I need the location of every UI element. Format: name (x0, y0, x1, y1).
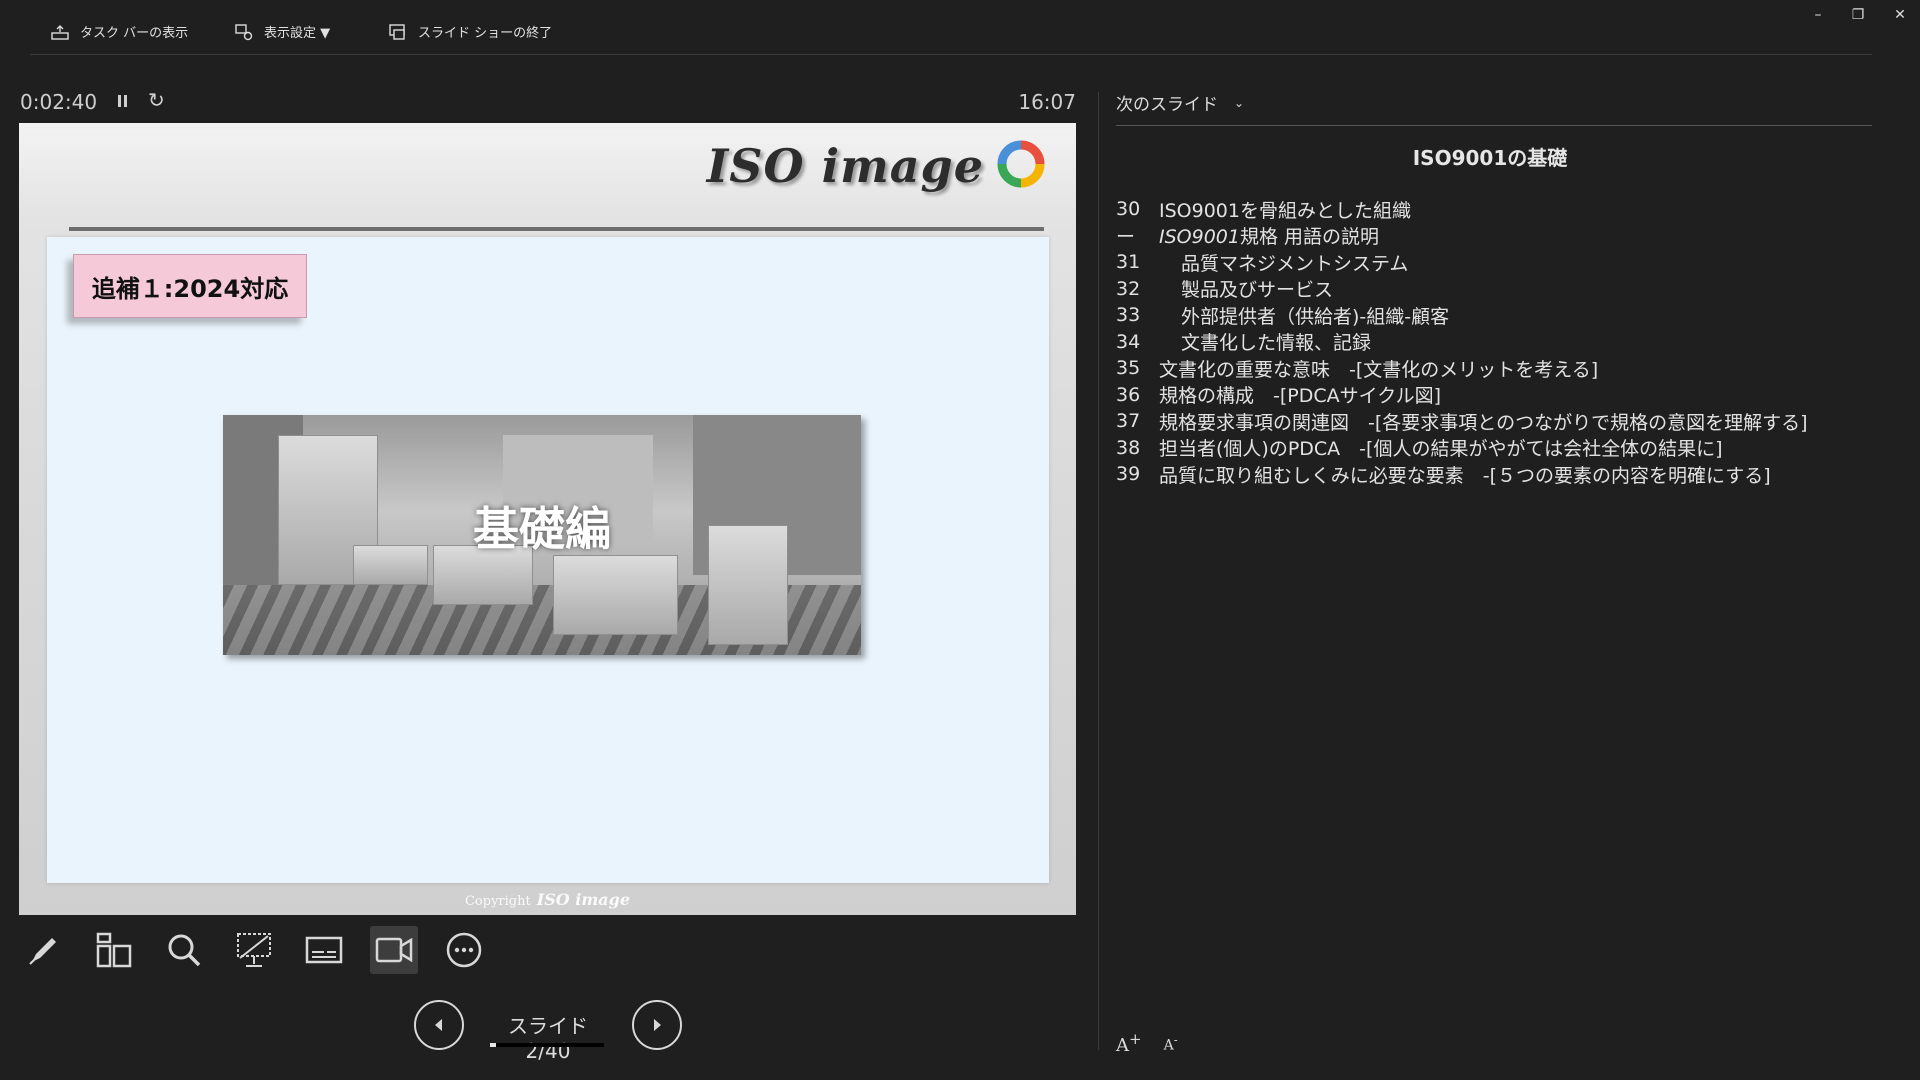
notes-list-item: 38 担当者(個人)のPDCA -[個人の結果がやがては会社全体の結果に] (1116, 435, 1886, 462)
notes-item-number: 32 (1116, 277, 1141, 300)
slide-tag: 追補１:2024対応 (73, 254, 307, 318)
notes-list-item: 32 製品及びサービス (1116, 276, 1886, 303)
copyright-logo: ISO image (536, 890, 631, 909)
slide-progress-fill (490, 1043, 496, 1047)
slide-copyright: Copyright ISO image (19, 890, 1076, 909)
presenter-view: タスク バーの表示 表示設定 ▼ スライド ショーの終了 – ❐ ✕ 0:02:… (0, 0, 1920, 1080)
notes-item-text: ISO9001を骨組みとした組織 (1159, 199, 1411, 222)
slide-header-rule (69, 227, 1044, 231)
next-arrow-icon (654, 1019, 661, 1031)
pause-icon[interactable] (115, 92, 131, 112)
panel-divider[interactable] (1098, 92, 1099, 1050)
black-screen-button[interactable] (230, 926, 278, 974)
notes-item-text: 文書化した情報、記録 (1181, 332, 1372, 355)
notes-item-text: 担当者(個人)のPDCA -[個人の結果がやがては会社全体の結果に] (1159, 438, 1723, 461)
logo-ring-icon (994, 137, 1048, 195)
notes-item-italic: ISO9001 (1159, 226, 1240, 249)
notes-item-number: 35 (1116, 357, 1141, 380)
next-slide-header: 次のスライド (1116, 95, 1218, 115)
display-settings-label: 表示設定 ▼ (264, 26, 331, 41)
pen-tool-icon (29, 938, 56, 965)
notes-item-text: 規格の構成 -[PDCAサイクル図] (1159, 385, 1442, 408)
all-slides-button[interactable] (90, 926, 138, 974)
next-slide-button[interactable] (632, 1000, 682, 1050)
next-slide-notes: 30 ISO9001を骨組みとした組織ー ISO9001規格 用語の説明 31 品質マネ… (1116, 196, 1886, 488)
notes-item-number: 39 (1116, 463, 1141, 486)
slide-counter: スライド 2/40 (508, 1014, 588, 1063)
notes-item-number: 37 (1116, 410, 1141, 433)
show-taskbar-label: タスク バーの表示 (80, 26, 189, 41)
notes-list-item: 35 文書化の重要な意味 -[文書化のメリットを考える] (1116, 355, 1886, 382)
notes-list-item: 31 品質マネジメントシステム (1116, 249, 1886, 276)
slide-logo: ISO image (707, 137, 1048, 195)
zoom-icon (168, 934, 201, 967)
zoom-button[interactable] (160, 926, 208, 974)
elapsed-timer: 0:02:40 (20, 90, 98, 114)
end-slideshow-label: スライド ショーの終了 (418, 26, 553, 41)
slide-progress-bar (490, 1043, 604, 1047)
copyright-prefix: Copyright (464, 894, 531, 909)
notes-item-number: 30 (1116, 198, 1141, 221)
presenter-tools (20, 926, 488, 974)
close-button[interactable]: ✕ (1886, 4, 1914, 26)
photo-caption: 基礎編 (473, 502, 611, 556)
end-slideshow-button[interactable]: スライド ショーの終了 (388, 22, 552, 41)
logo-text: ISO image (706, 139, 984, 193)
increase-font-label: A (1116, 1035, 1129, 1056)
show-taskbar-button[interactable]: タスク バーの表示 (50, 22, 188, 41)
display-settings-button[interactable]: 表示設定 ▼ (234, 22, 330, 41)
notes-item-number: 38 (1116, 436, 1141, 459)
more-options-button[interactable] (440, 926, 488, 974)
notes-item-text: 規格要求事項の関連図 -[各要求事項とのつながりで規格の意図を理解する] (1159, 411, 1808, 434)
chevron-down-icon: ⌄ (1234, 95, 1245, 110)
all-slides-icon (96, 932, 132, 968)
current-time: 16:07 (1018, 90, 1076, 114)
next-slide-dropdown[interactable]: 次のスライド ⌄ (1116, 90, 1244, 115)
notes-item-rest: 規格 用語の説明 (1239, 226, 1380, 249)
next-slide-title: ISO9001の基礎 (1412, 146, 1568, 170)
reset-timer-icon[interactable]: ↻ (148, 88, 165, 112)
notes-list-item: 33 外部提供者（供給者)-組織-顧客 (1116, 302, 1886, 329)
notes-list-item: 37 規格要求事項の関連図 -[各要求事項とのつながりで規格の意図を理解する] (1116, 408, 1886, 435)
warehouse-photo: 基礎編 (223, 415, 861, 655)
taskbar-icon (51, 24, 69, 40)
black-screen-icon (237, 933, 271, 967)
notes-item-text: 文書化の重要な意味 -[文書化のメリットを考える] (1159, 358, 1599, 381)
notes-item-text: 製品及びサービス (1181, 279, 1334, 302)
notes-item-number: 33 (1116, 304, 1141, 327)
restore-button[interactable]: ❐ (1844, 4, 1872, 26)
font-size-controls: A+ A- (1116, 1030, 1178, 1056)
notes-item-text: 外部提供者（供給者)-組織-顧客 (1181, 305, 1450, 328)
notes-item-text: 品質に取り組むしくみに必要な要素 -[５つの要素の内容を明確にする] (1159, 464, 1771, 487)
notes-list-item: 34 文書化した情報、記録 (1116, 329, 1886, 356)
minimize-button[interactable]: – (1804, 4, 1832, 26)
current-slide[interactable]: ISO image 追補１:2024対応 基礎編 Copyright ISO i… (19, 123, 1076, 915)
decrease-font-label: A (1163, 1037, 1174, 1054)
notes-list-item: 36 規格の構成 -[PDCAサイクル図] (1116, 382, 1886, 409)
notes-item-number: 31 (1116, 251, 1141, 274)
previous-arrow-icon (435, 1019, 442, 1031)
notes-list-item: 39 品質に取り組むしくみに必要な要素 -[５つの要素の内容を明確にする] (1116, 461, 1886, 488)
notes-item-number: 36 (1116, 383, 1141, 406)
top-toolbar: タスク バーの表示 表示設定 ▼ スライド ショーの終了 – ❐ ✕ (0, 0, 1920, 56)
subtitles-icon (305, 936, 343, 964)
next-slide-divider (1116, 125, 1872, 126)
notes-list-item: 30 ISO9001を骨組みとした組織 (1116, 196, 1886, 223)
previous-slide-button[interactable] (414, 1000, 464, 1050)
notes-item-number: ー (1116, 226, 1136, 249)
more-options-icon (446, 932, 482, 968)
end-slideshow-icon (389, 23, 405, 40)
camera-icon (375, 937, 413, 963)
notes-list-item: ー ISO9001規格 用語の説明 (1116, 223, 1886, 250)
decrease-font-button[interactable]: A- (1164, 1033, 1178, 1056)
subtitles-button[interactable] (300, 926, 348, 974)
pen-tool-button[interactable] (20, 926, 68, 974)
notes-item-text: ISO9001規格 用語の説明 (1159, 222, 1379, 249)
toolbar-divider (30, 54, 1872, 55)
camera-button[interactable] (370, 926, 418, 974)
notes-item-text: 品質マネジメントシステム (1181, 252, 1409, 275)
display-settings-icon (235, 23, 253, 40)
increase-font-button[interactable]: A+ (1116, 1030, 1142, 1056)
notes-item-number: 34 (1116, 330, 1141, 353)
